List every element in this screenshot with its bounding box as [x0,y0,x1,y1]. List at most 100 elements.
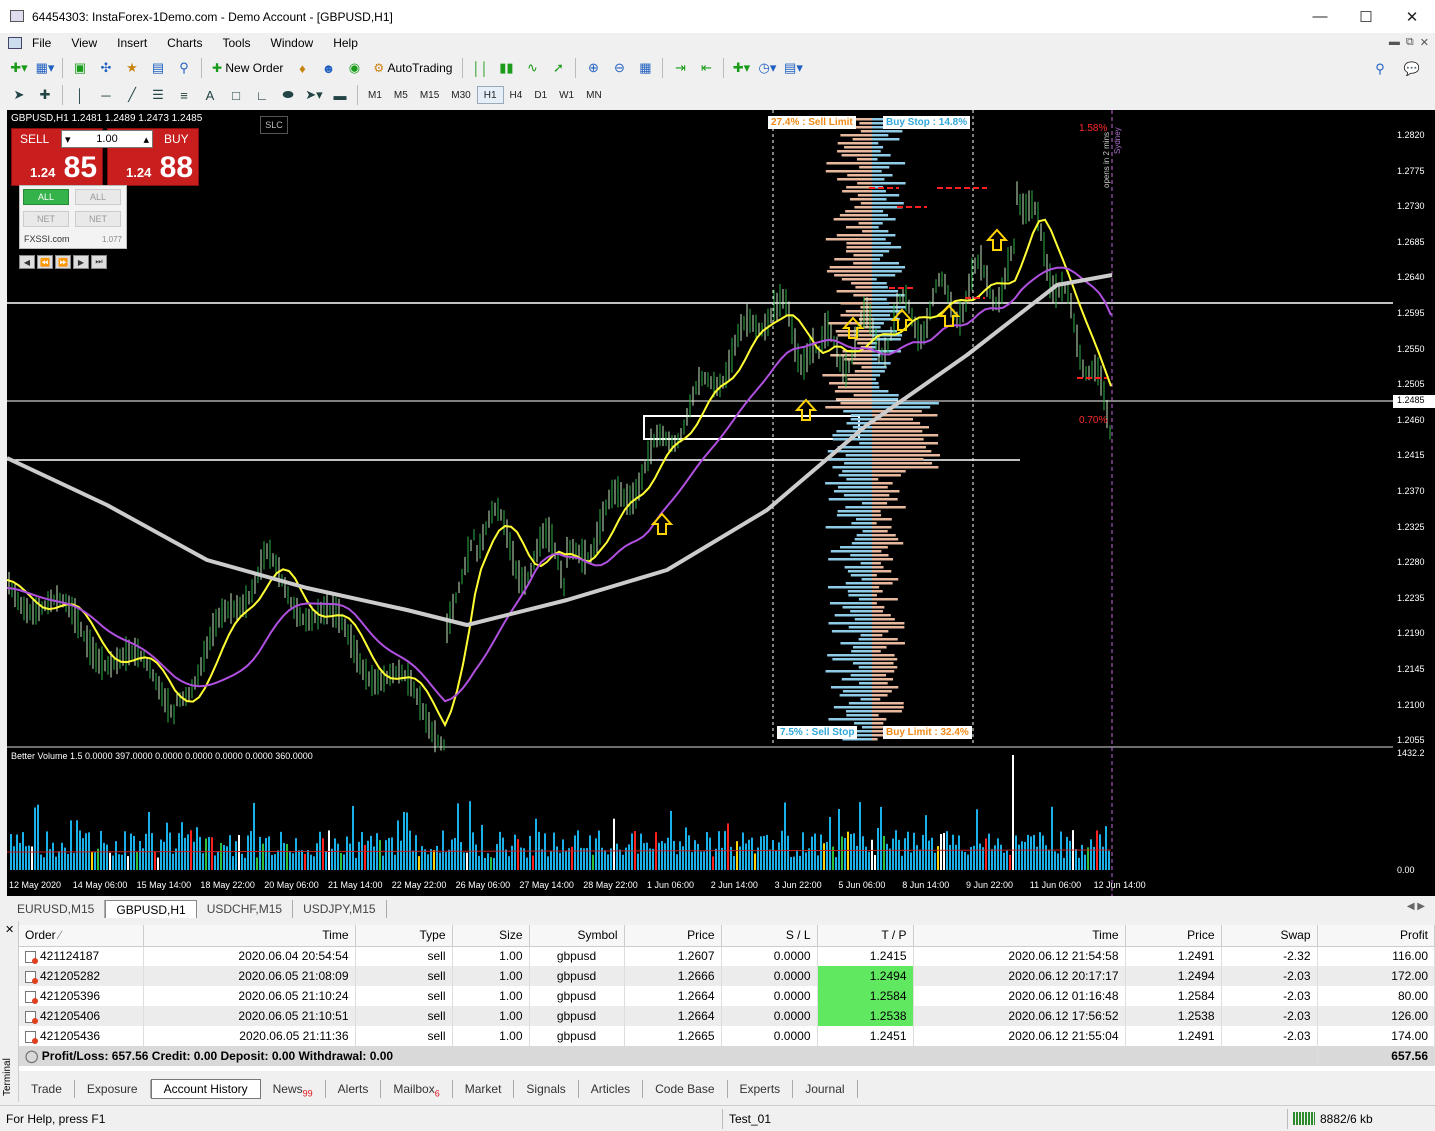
signals-icon[interactable]: ☻ [317,58,339,78]
terminal-tab-market[interactable]: Market [453,1080,515,1098]
menu-view[interactable]: View [61,36,107,50]
menu-window[interactable]: Window [261,36,324,50]
chart-tab-usdjpy[interactable]: USDJPY,M15 [293,900,387,918]
timeframe-h1[interactable]: H1 [476,86,504,104]
nav-next-icon[interactable]: ▶ [73,255,89,269]
nav-end-icon[interactable]: ⏭ [91,255,107,269]
slc-button[interactable]: SLC [260,116,288,134]
col-close-price[interactable]: Price [1125,925,1222,947]
new-order-button[interactable]: ✚ New Order [208,58,287,78]
terminal-tab-trade[interactable]: Trade [19,1080,75,1098]
menu-help[interactable]: Help [323,36,368,50]
col-order[interactable]: Order ∕ [19,925,144,947]
cursor-icon[interactable]: ➤ [8,85,30,105]
tab-scroll-icon[interactable]: ◀ ▶ [1407,901,1425,912]
col-close-time[interactable]: Time [913,925,1126,947]
data-window-icon[interactable]: ✣ [95,58,117,78]
fxssi-all-button[interactable]: ALL [23,189,69,205]
lot-size-value[interactable]: 1.00 [96,133,117,145]
minimize-button[interactable]: — [1297,0,1343,33]
mdi-minimize-icon[interactable]: ▬ [1389,36,1400,49]
lot-decrease-icon[interactable]: ▾ [65,133,71,146]
terminal-icon[interactable]: ▤ [147,58,169,78]
terminal-tab-code-base[interactable]: Code Base [643,1080,728,1098]
crosshair-icon[interactable]: ✚ [34,85,56,105]
new-chart-icon[interactable]: ✚▾ [8,58,30,78]
fibonacci-icon[interactable]: ≡ [173,85,195,105]
table-row[interactable]: 421205406 2020.06.05 21:10:51 sell 1.00 gbpu… [19,1006,1435,1026]
chart-shift-icon[interactable]: ⇤ [695,58,717,78]
rectangle-icon[interactable]: ▬ [329,85,351,105]
terminal-tab-mailbox[interactable]: Mailbox6 [381,1080,453,1098]
strategy-tester-icon[interactable]: ⚲ [173,58,195,78]
col-size[interactable]: Size [452,925,530,947]
fxssi-all-button-2[interactable]: ALL [75,189,121,205]
menu-tools[interactable]: Tools [213,36,261,50]
price-scale[interactable]: 1.2485 1432.2 0.00 1.2820 1.2775 1.2730 1.2… [1393,110,1435,896]
text-label-icon[interactable]: □ [225,85,247,105]
terminal-tab-signals[interactable]: Signals [514,1080,579,1098]
col-price[interactable]: Price [624,925,722,947]
line-chart-2-icon[interactable]: ➚ [547,58,569,78]
profiles-icon[interactable]: ▦▾ [34,58,56,78]
channel-icon[interactable]: ☰ [147,85,169,105]
timeframe-w1[interactable]: W1 [553,86,580,104]
menu-insert[interactable]: Insert [107,36,157,50]
terminal-tab-experts[interactable]: Experts [728,1080,794,1098]
close-button[interactable]: ✕ [1389,0,1435,33]
terminal-tab-journal[interactable]: Journal [793,1080,858,1098]
mdi-close-icon[interactable]: ✕ [1420,36,1429,49]
terminal-tab-articles[interactable]: Articles [579,1080,644,1098]
terminal-tab-alerts[interactable]: Alerts [326,1080,382,1098]
lot-increase-icon[interactable]: ▴ [143,133,149,146]
arrows-icon[interactable]: ➤▾ [303,85,325,105]
indicators-icon[interactable]: ✚▾ [730,58,752,78]
table-row[interactable]: 421205436 2020.06.05 21:11:36 sell 1.00 gbpu… [19,1026,1435,1046]
table-row[interactable]: 421205396 2020.06.05 21:10:24 sell 1.00 gbpu… [19,986,1435,1006]
price-chart[interactable]: GBPUSD,H1 1.2481 1.2489 1.2473 1.2485 SL… [7,110,1393,896]
col-swap[interactable]: Swap [1221,925,1318,947]
periods-icon[interactable]: ◷▾ [756,58,778,78]
horizontal-line-icon[interactable]: ─ [95,85,117,105]
templates-icon[interactable]: ▤▾ [782,58,804,78]
nav-forward-icon[interactable]: ⏩ [55,255,71,269]
search-icon[interactable]: ⚲ [1369,59,1391,79]
chart-tab-usdchf[interactable]: USDCHF,M15 [197,900,294,918]
timeframe-m5[interactable]: M5 [388,86,414,104]
chart-tab-gbpusd[interactable]: GBPUSD,H1 [105,900,197,918]
timeframe-mn[interactable]: MN [580,86,608,104]
market-watch-icon[interactable]: ▣ [69,58,91,78]
terminal-close-icon[interactable]: ✕ [5,923,14,936]
timeframe-d1[interactable]: D1 [528,86,553,104]
candlestick-icon[interactable]: ▮▮ [495,58,517,78]
menu-file[interactable]: File [22,36,61,50]
text-icon[interactable]: A [199,85,221,105]
navigator-icon[interactable]: ★ [121,58,143,78]
auto-scroll-icon[interactable]: ⇥ [669,58,691,78]
zoom-in-icon[interactable]: ⊕ [582,58,604,78]
status-profile[interactable]: Test_01 [729,1112,771,1126]
vertical-line-icon[interactable]: │ [69,85,91,105]
tile-windows-icon[interactable]: ▦ [634,58,656,78]
nav-prev-icon[interactable]: ◀ [19,255,35,269]
col-profit[interactable]: Profit [1317,925,1435,947]
chart-tab-eurusd[interactable]: EURUSD,M15 [7,900,106,918]
timeframe-m1[interactable]: M1 [362,86,388,104]
bar-chart-icon[interactable]: ││ [469,58,491,78]
ellipse-icon[interactable]: ⬬ [277,85,299,105]
autotrading-button[interactable]: ⚙ AutoTrading [369,58,456,78]
mdi-restore-icon[interactable]: ⧉ [1406,36,1414,49]
maximize-button[interactable]: ☐ [1343,0,1389,33]
table-row[interactable]: 421205282 2020.06.05 21:08:09 sell 1.00 gbpu… [19,966,1435,986]
terminal-tab-exposure[interactable]: Exposure [75,1080,151,1098]
zoom-out-icon[interactable]: ⊖ [608,58,630,78]
menu-charts[interactable]: Charts [157,36,212,50]
col-time[interactable]: Time [143,925,356,947]
fxssi-net-button[interactable]: NET [23,211,69,227]
trendline-icon[interactable]: ╱ [121,85,143,105]
fxssi-net-button-2[interactable]: NET [75,211,121,227]
col-sl[interactable]: S / L [721,925,818,947]
chat-icon[interactable]: 💬 [1401,59,1423,79]
col-type[interactable]: Type [355,925,453,947]
line-chart-icon[interactable]: ∿ [521,58,543,78]
